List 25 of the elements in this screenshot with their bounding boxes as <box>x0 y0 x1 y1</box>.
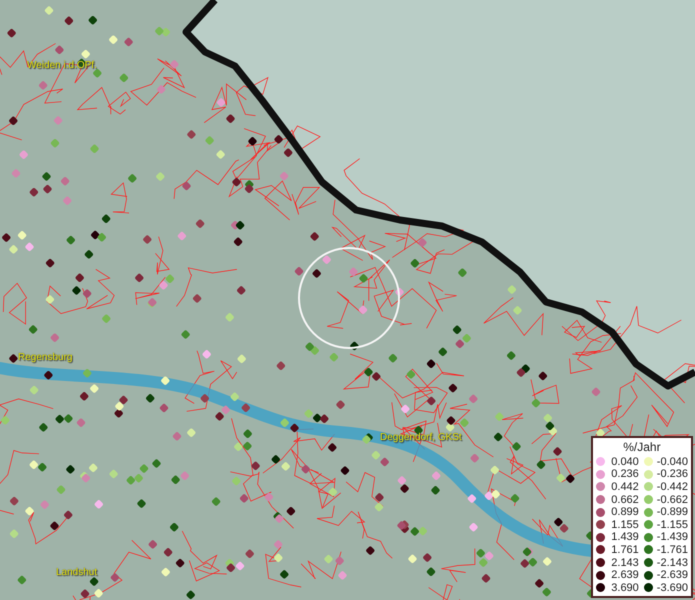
legend-label: 0.899 <box>610 506 639 518</box>
legend-label: 3.690 <box>610 582 639 594</box>
legend-label: -0.040 <box>656 456 688 468</box>
legend-label: -0.442 <box>656 480 688 493</box>
legend-label: -1.761 <box>656 544 688 556</box>
legend-label: 1.155 <box>610 518 639 531</box>
legend-label: 0.442 <box>610 480 639 493</box>
legend-label: 0.662 <box>610 494 639 506</box>
place-label: Landshut <box>56 567 98 578</box>
legend-label: -0.662 <box>656 494 688 506</box>
legend-label: -2.143 <box>656 556 688 569</box>
legend-label: 1.761 <box>610 544 639 556</box>
legend-title: %/Jahr <box>622 440 662 454</box>
place-label: Regensburg <box>18 352 72 363</box>
legend-label: -0.899 <box>656 506 688 518</box>
legend-label: -1.439 <box>656 531 688 544</box>
legend-label: -3.690 <box>656 582 688 594</box>
legend-label: -0.236 <box>656 468 688 480</box>
legend-label: -1.155 <box>656 518 688 531</box>
legend-label: 1.439 <box>610 531 639 544</box>
legend-label: -2.639 <box>656 569 688 582</box>
legend-label: 0.040 <box>610 456 639 468</box>
legend-label: 2.639 <box>610 569 639 582</box>
legend-label: 0.236 <box>610 468 639 480</box>
legend-label: 2.143 <box>610 556 639 569</box>
